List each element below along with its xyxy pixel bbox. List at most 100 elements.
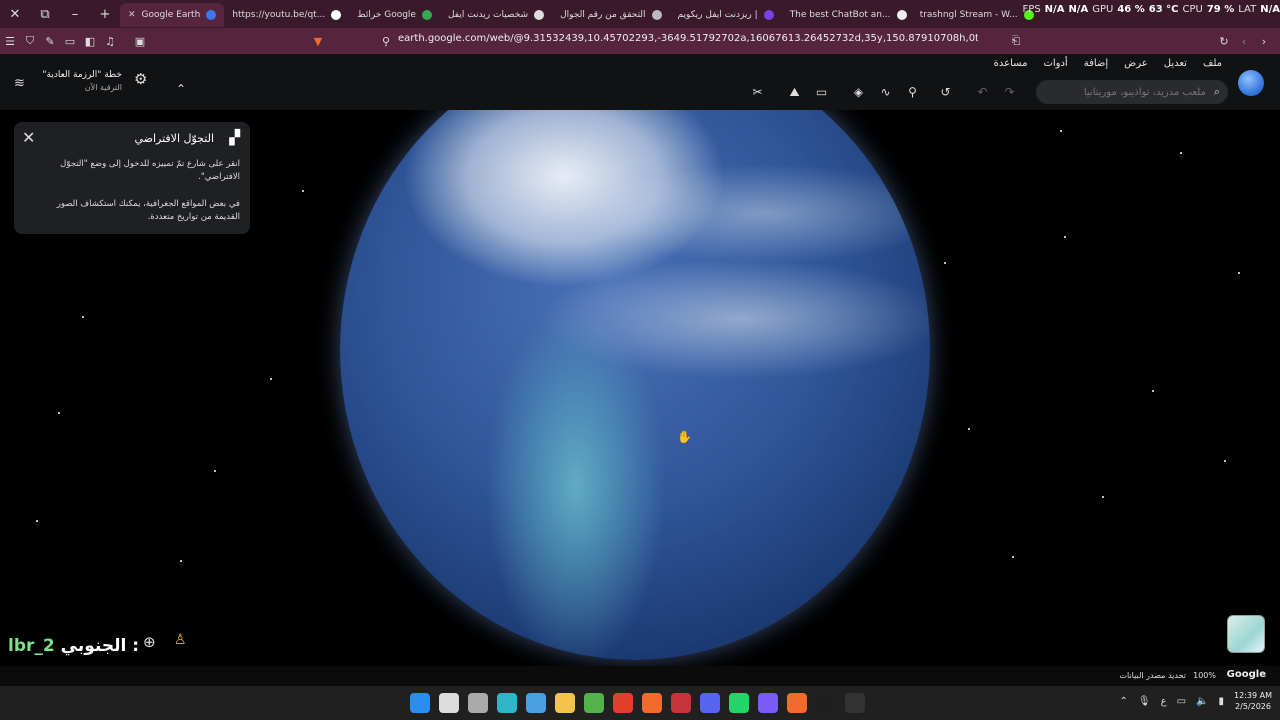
satellite-icon[interactable]: ✂: [748, 82, 767, 102]
brave-shield-icon[interactable]: ▼: [308, 30, 328, 52]
search-box[interactable]: ⌕: [1036, 80, 1228, 104]
brave-icon[interactable]: [787, 693, 807, 713]
reload-icon[interactable]: ↻: [1214, 30, 1234, 52]
menu-item[interactable]: ملف: [1203, 58, 1222, 69]
browser-tab[interactable]: ✕ Google Earth: [120, 3, 225, 27]
whatsapp-icon[interactable]: [729, 693, 749, 713]
star: [1152, 390, 1154, 392]
menu-item[interactable]: إضافة: [1084, 58, 1108, 69]
history-icon[interactable]: ↺: [936, 82, 955, 102]
layers-icon[interactable]: ◈: [849, 82, 868, 102]
menu-item[interactable]: عرض: [1124, 58, 1148, 69]
street-view-panel: ▞ التجوّل الافتراضي ✕ انقر على شارع تمّ …: [14, 122, 250, 234]
menu-item[interactable]: مساعدة: [994, 58, 1028, 69]
tab-overview-icon[interactable]: ⧉: [30, 0, 60, 28]
browser-tab[interactable]: ريزدنت ايفل ريكويم |: [670, 3, 782, 27]
forward-icon[interactable]: ›: [1254, 30, 1274, 52]
location-pin-icon: ⚲: [381, 34, 391, 48]
battery-icon[interactable]: ▮: [1219, 696, 1225, 707]
chrome-icon[interactable]: [613, 693, 633, 713]
terminal-icon[interactable]: [816, 693, 836, 713]
measure-icon[interactable]: ▭: [812, 82, 831, 102]
shield-icon[interactable]: ⛉: [20, 30, 40, 52]
calendar-icon[interactable]: ▣: [130, 30, 150, 52]
menu-bar: ملف تعديل عرض إضافة أدوات مساعدة: [994, 58, 1222, 69]
menu-item[interactable]: أدوات: [1043, 58, 1067, 69]
redo-icon[interactable]: ↷: [1000, 82, 1019, 102]
steam-icon[interactable]: [526, 693, 546, 713]
network-icon[interactable]: ▭: [1177, 696, 1186, 707]
compass-icon[interactable]: ⊕: [143, 633, 156, 651]
menu-icon[interactable]: ☰: [0, 30, 20, 52]
tab-label: التحقق من رقم الجوال: [560, 10, 646, 20]
account-avatar[interactable]: [1238, 70, 1264, 96]
url-bar[interactable]: earth.google.com/web/@9.31532439,10.4570…: [398, 33, 978, 44]
microphone-icon[interactable]: 🎙: [1138, 696, 1151, 707]
map-layer-thumbnail[interactable]: [1227, 615, 1265, 653]
performance-overlay: FPS N/A N/A GPU 46 % 63 °C CPU 79 % LAT …: [1023, 4, 1280, 15]
music-icon[interactable]: ♫: [100, 30, 120, 52]
star: [1224, 460, 1226, 462]
cpu-value: 79 %: [1206, 4, 1235, 15]
browser-tab[interactable]: خرائط Google: [349, 3, 440, 27]
browser-toolbar: ☰ ⛉ ✎ ▭ ◧ ♫ ▣ ↻ ‹ › ▼ ⚲ ⎗ earth.google.c…: [0, 28, 1280, 54]
file-explorer-icon[interactable]: [555, 693, 575, 713]
star: [968, 428, 970, 430]
close-window-icon[interactable]: ✕: [0, 0, 30, 28]
apps-icon[interactable]: [758, 693, 778, 713]
clock[interactable]: 12:39 AM 2/5/2026: [1234, 690, 1272, 712]
chevron-up-icon[interactable]: ⌃: [176, 82, 186, 96]
undo-icon[interactable]: ↶: [973, 82, 992, 102]
path-icon[interactable]: ∿: [876, 82, 895, 102]
star: [1102, 496, 1104, 498]
menu-item[interactable]: تعديل: [1164, 58, 1187, 69]
brave-icon[interactable]: [642, 693, 662, 713]
back-icon[interactable]: ‹: [1234, 30, 1254, 52]
search-icon[interactable]: [439, 693, 459, 713]
browser-tab[interactable]: The best ChatBot an...: [782, 3, 912, 27]
discord-icon[interactable]: [700, 693, 720, 713]
edge-icon[interactable]: [497, 693, 517, 713]
hand-cursor-icon: ✋: [677, 430, 692, 444]
star: [58, 412, 60, 414]
close-icon[interactable]: ✕: [22, 128, 35, 147]
tab-label: خرائط Google: [357, 10, 416, 20]
star: [82, 316, 84, 318]
xbox-icon[interactable]: [584, 693, 604, 713]
start-icon[interactable]: [410, 693, 430, 713]
tab-favicon-icon: [331, 10, 342, 20]
task-view-icon[interactable]: [468, 693, 488, 713]
overlay-caption-green: lbr_2: [8, 636, 55, 656]
extensions-icon[interactable]: ✎: [40, 30, 60, 52]
browser-tab[interactable]: https://youtu.be/qt...: [224, 3, 349, 27]
sidebar-icon[interactable]: ◧: [80, 30, 100, 52]
browser-tab[interactable]: التحقق من رقم الجوال: [552, 3, 669, 27]
earth-globe[interactable]: [340, 110, 930, 660]
language-indicator[interactable]: ع: [1161, 696, 1167, 707]
earth-header: ملف تعديل عرض إضافة أدوات مساعدة ⌕ ✂ ⛰ ▭ ◈ ∿ …: [0, 54, 1280, 110]
plan-banner[interactable]: ≋ خطة "الرزمة العادية" الترقية الآن: [10, 70, 122, 100]
browser-tab[interactable]: شخصيات ريدنت ايفل: [440, 3, 552, 27]
close-tab-icon[interactable]: ✕: [128, 10, 136, 20]
star: [1238, 272, 1240, 274]
upgrade-link[interactable]: الترقية الآن: [85, 83, 122, 92]
youtube-icon[interactable]: [671, 693, 691, 713]
map-style-icon[interactable]: ⛰: [785, 82, 804, 102]
bookmark-icon[interactable]: ⎗: [1006, 30, 1026, 52]
taskbar-apps: [410, 693, 865, 713]
pegman-icon[interactable]: ♙: [174, 632, 187, 648]
data-attribution[interactable]: تحديد مصدر البيانات: [1119, 671, 1186, 680]
minimize-icon[interactable]: –: [60, 0, 90, 28]
search-input[interactable]: [1055, 86, 1206, 98]
new-tab-icon[interactable]: +: [90, 0, 120, 28]
gear-icon[interactable]: ⚙: [134, 70, 147, 88]
placemark-icon[interactable]: ⚲: [903, 82, 922, 102]
volume-icon[interactable]: 🔈: [1196, 696, 1208, 707]
tab-label: Google Earth: [141, 10, 201, 20]
chevron-up-icon[interactable]: ⌃: [1120, 696, 1128, 707]
search-icon[interactable]: ⌕: [1214, 85, 1220, 99]
workspaces-icon[interactable]: ▭: [60, 30, 80, 52]
google-logo: Google: [1226, 669, 1266, 680]
obs-icon[interactable]: [845, 693, 865, 713]
star: [1180, 152, 1182, 154]
